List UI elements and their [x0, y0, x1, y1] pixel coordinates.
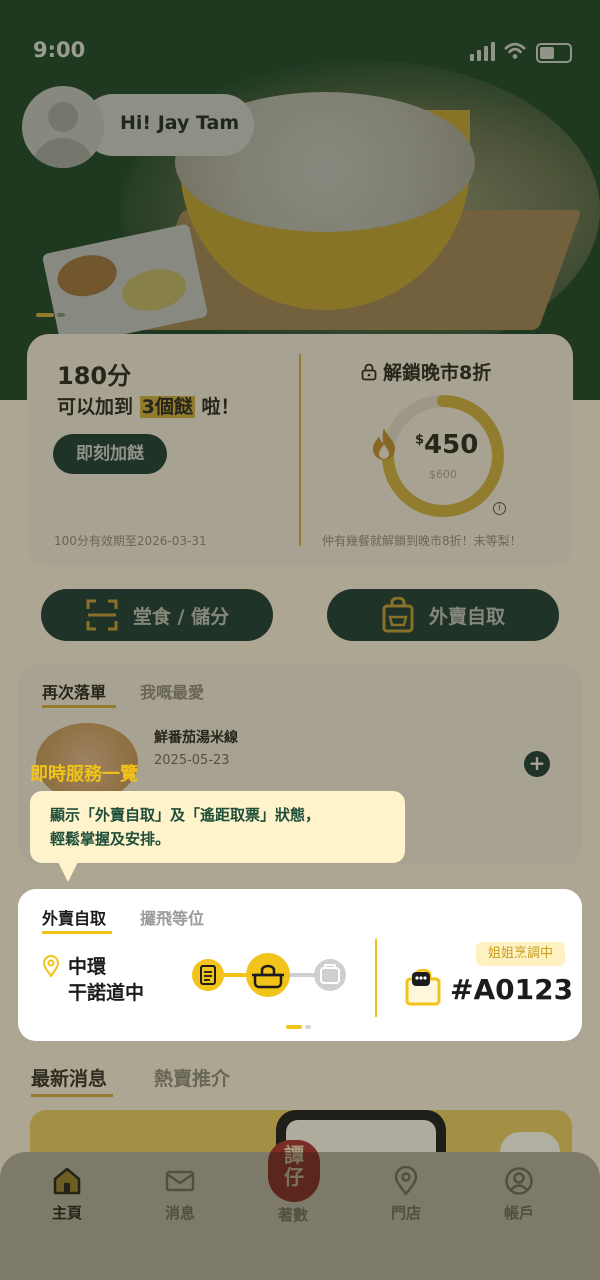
bottom-nav-overlay — [0, 1152, 600, 1280]
pager-dot — [305, 1025, 311, 1029]
pickup-bag-icon — [405, 969, 441, 1006]
step-ready-icon — [314, 959, 346, 991]
app-screen: 9:00 Hi! Jay Tam 180分 可以加到 3個餸 啦！ 即刻加餸 1… — [0, 0, 600, 1280]
step-received-icon — [192, 959, 224, 991]
tooltip-line-2: 輕鬆掌握及安排。 — [50, 830, 171, 848]
tab-takeaway-pickup[interactable]: 外賣自取 — [42, 905, 113, 934]
live-card-divider — [375, 939, 377, 1017]
shop-name-line-2: 干諾道中 — [68, 982, 145, 1004]
tooltip-arrow — [58, 862, 78, 882]
order-number: #A0123 — [450, 973, 574, 1006]
shop-name-line-1: 中環 — [68, 956, 107, 978]
live-card-pager — [286, 1025, 311, 1029]
tooltip-bubble: 顯示「外賣自取」及「遙距取票」狀態， 輕鬆掌握及安排。 — [30, 791, 405, 863]
order-progress-tracker — [192, 953, 346, 997]
pager-dot-active — [286, 1025, 302, 1029]
status-badge: 姐姐烹調中 — [476, 942, 566, 966]
onboarding-overlay[interactable] — [0, 0, 600, 1280]
tab-queue-ticket[interactable]: 攞飛等位 — [140, 905, 204, 929]
location-pin-icon — [42, 955, 60, 977]
live-service-card: 外賣自取 攞飛等位 中環 干諾道中 姐姐烹調中 #A0123 — [18, 889, 582, 1041]
tooltip-title: 即時服務一覽 — [30, 764, 138, 785]
step-cooking-icon — [246, 953, 290, 997]
tooltip-line-1: 顯示「外賣自取」及「遙距取票」狀態， — [50, 806, 321, 824]
